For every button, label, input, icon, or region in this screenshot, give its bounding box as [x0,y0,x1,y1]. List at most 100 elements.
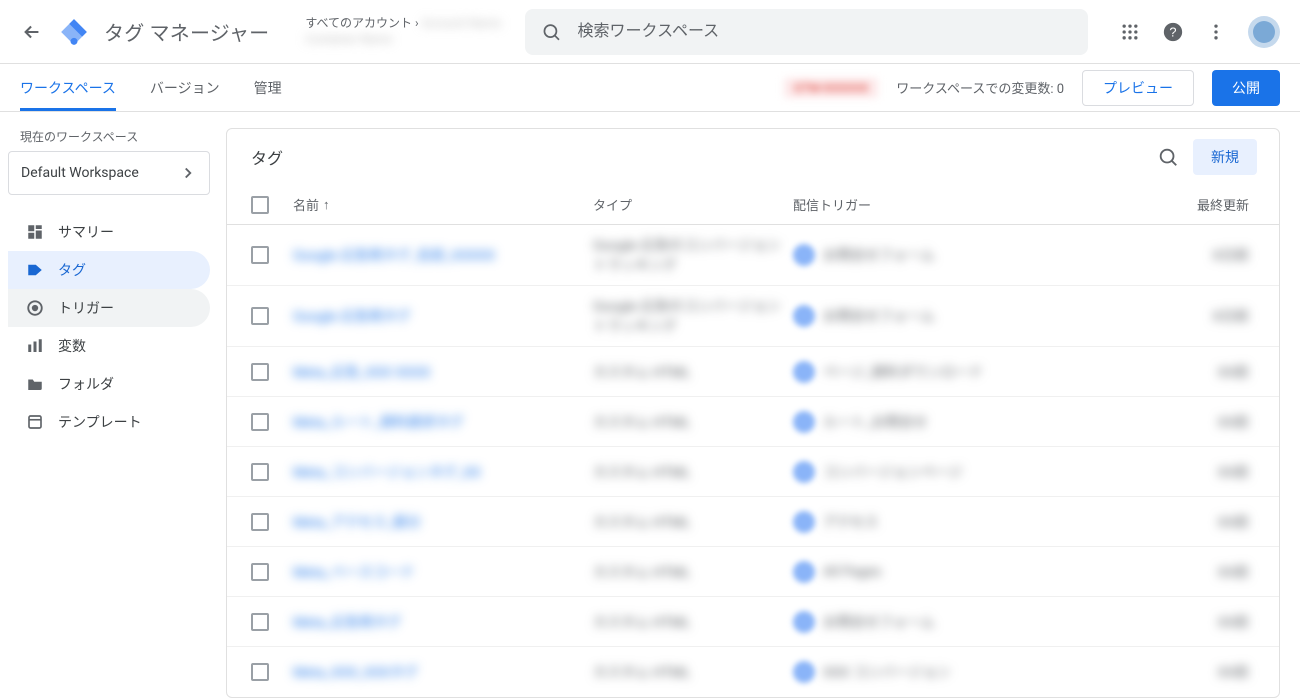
trigger-name: XXX コンバージョン [823,662,951,682]
row-checkbox[interactable] [251,246,269,264]
more-button[interactable] [1206,22,1226,42]
trigger-icon [793,561,815,583]
nav-label: フォルダ [58,374,114,394]
tab-workspace[interactable]: ワークスペース [20,64,116,111]
trigger-icon [793,611,815,633]
tag-name[interactable]: Meta_XXX_XXXタグ [293,665,418,681]
nav-templates[interactable]: テンプレート [8,403,210,441]
trigger-icon [793,511,815,533]
folder-icon [26,375,44,393]
chevron-right-icon [179,164,197,182]
row-checkbox[interactable] [251,513,269,531]
table-row[interactable]: Meta_XXX_XXXタグカスタム HTMLXXX コンバージョンXX前 [227,647,1279,697]
tag-name[interactable]: Meta_ルート_資料請求タグ [293,415,463,431]
trigger-name: お問合せフォーム [823,612,935,632]
row-checkbox[interactable] [251,363,269,381]
row-checkbox[interactable] [251,663,269,681]
row-checkbox[interactable] [251,413,269,431]
nav-tags[interactable]: タグ [8,251,210,289]
nav-label: タグ [58,260,86,280]
product-title: タグ マネージャー [104,17,269,46]
tag-name[interactable]: Meta_ベースコード [293,565,414,581]
table-row[interactable]: Meta_広告_XXX XXXXカスタム HTMLページ_資料ダウンロードXX前 [227,347,1279,397]
more-vert-icon [1206,22,1226,42]
nav-label: 変数 [58,336,86,356]
trigger-name: お問合せフォーム [823,245,935,265]
table-row[interactable]: Google 広告用タグ_名前_XXXXX Google 広告のコンバージョン ト… [227,225,1279,286]
back-button[interactable] [20,20,44,44]
svg-text:?: ? [1169,24,1176,39]
tab-version[interactable]: バージョン [150,64,220,111]
row-checkbox[interactable] [251,463,269,481]
updated-date: XX前 [1217,415,1249,431]
tag-type: Google 広告のコンバージョン トラッキング [593,238,780,274]
table-row[interactable]: Meta_アクセス_振分カスタム HTMLアクセスXX前 [227,497,1279,547]
preview-button[interactable]: プレビュー [1082,70,1194,106]
search-box[interactable] [525,9,1088,55]
row-checkbox[interactable] [251,563,269,581]
tag-type: カスタム HTML [593,615,690,631]
arrow-left-icon [21,21,43,43]
tab-admin[interactable]: 管理 [254,64,282,111]
search-input[interactable] [576,22,1072,42]
table-row[interactable]: Meta_ベースコードカスタム HTMLAll PagesXX前 [227,547,1279,597]
top-bar: タグ マネージャー すべてのアカウント › Account Name Conta… [0,0,1300,64]
container-id-badge[interactable]: GTM-XXXXXX [784,78,878,98]
breadcrumb[interactable]: すべてのアカウント › Account Name Container Name [305,16,501,47]
account-avatar[interactable] [1248,16,1280,48]
table-row[interactable]: Google 広告用タグ Google 広告のコンバージョン トラッキング お問合せ… [227,286,1279,347]
tag-name[interactable]: Meta_広告用タグ [293,615,401,631]
tag-type: カスタム HTML [593,665,690,681]
nav-label: サマリー [58,222,114,242]
tag-name[interactable]: Meta_広告_XXX XXXX [293,365,430,381]
nav-folders[interactable]: フォルダ [8,365,210,403]
row-checkbox[interactable] [251,307,269,325]
updated-date: XX前 [1217,365,1249,381]
card-search-button[interactable] [1157,146,1179,168]
breadcrumb-prefix: すべてのアカウント › [305,16,418,30]
nav-tab-bar: ワークスペース バージョン 管理 GTM-XXXXXX ワークスペースでの変更数… [0,64,1300,112]
select-all-checkbox[interactable] [251,196,269,214]
tag-type: カスタム HTML [593,465,690,481]
workspace-selector[interactable]: Default Workspace [8,151,210,195]
tag-name[interactable]: Google 広告用タグ_名前_XXXXX [293,248,495,264]
updated-date: XX前 [1217,615,1249,631]
apps-icon [1120,22,1140,42]
trigger-icon [26,299,44,317]
search-icon [1157,146,1179,168]
nav-summary[interactable]: サマリー [8,213,210,251]
workspace-caption: 現在のワークスペース [20,128,210,145]
trigger-icon [793,305,815,327]
nav-variables[interactable]: 変数 [8,327,210,365]
tag-name[interactable]: Meta_アクセス_振分 [293,515,421,531]
breadcrumb-account: Account Name [422,16,501,30]
col-trigger-header[interactable]: 配信トリガー [793,195,1123,214]
updated-date: XX前 [1217,565,1249,581]
tag-type: カスタム HTML [593,515,690,531]
nav-triggers[interactable]: トリガー [8,289,210,327]
col-updated-header[interactable]: 最終更新 [1123,195,1255,214]
help-button[interactable]: ? [1162,21,1184,43]
tag-name[interactable]: Google 広告用タグ [293,309,411,325]
breadcrumb-container: Container Name [305,32,501,48]
apps-button[interactable] [1120,22,1140,42]
new-tag-button[interactable]: 新規 [1193,139,1257,175]
col-name-header[interactable]: 名前↑ [293,195,593,214]
col-type-header[interactable]: タイプ [593,195,793,214]
publish-button[interactable]: 公開 [1212,70,1280,106]
trigger-name: お問合せフォーム [823,306,935,326]
nav-label: テンプレート [58,412,142,432]
row-checkbox[interactable] [251,613,269,631]
search-icon [541,21,562,43]
tags-card: タグ 新規 名前↑ タイプ 配信トリガー 最終更新 Google 広告用タグ_名… [226,128,1280,698]
tag-type: Google 広告のコンバージョン トラッキング [593,299,780,335]
trigger-name: ルート_お問合せ [823,412,927,432]
table-row[interactable]: Meta_コンバージョンタグ_XXカスタム HTMLコンバージョンページXX前 [227,447,1279,497]
sort-asc-icon: ↑ [323,197,330,213]
tag-type: カスタム HTML [593,365,690,381]
sidebar: 現在のワークスペース Default Workspace サマリー タグ トリガ… [0,112,222,698]
tag-name[interactable]: Meta_コンバージョンタグ_XX [293,465,481,481]
table-row[interactable]: Meta_ルート_資料請求タグカスタム HTMLルート_お問合せXX前 [227,397,1279,447]
trigger-icon [793,244,815,266]
table-row[interactable]: Meta_広告用タグ カスタム HTML お問合せフォーム XX前 [227,597,1279,647]
